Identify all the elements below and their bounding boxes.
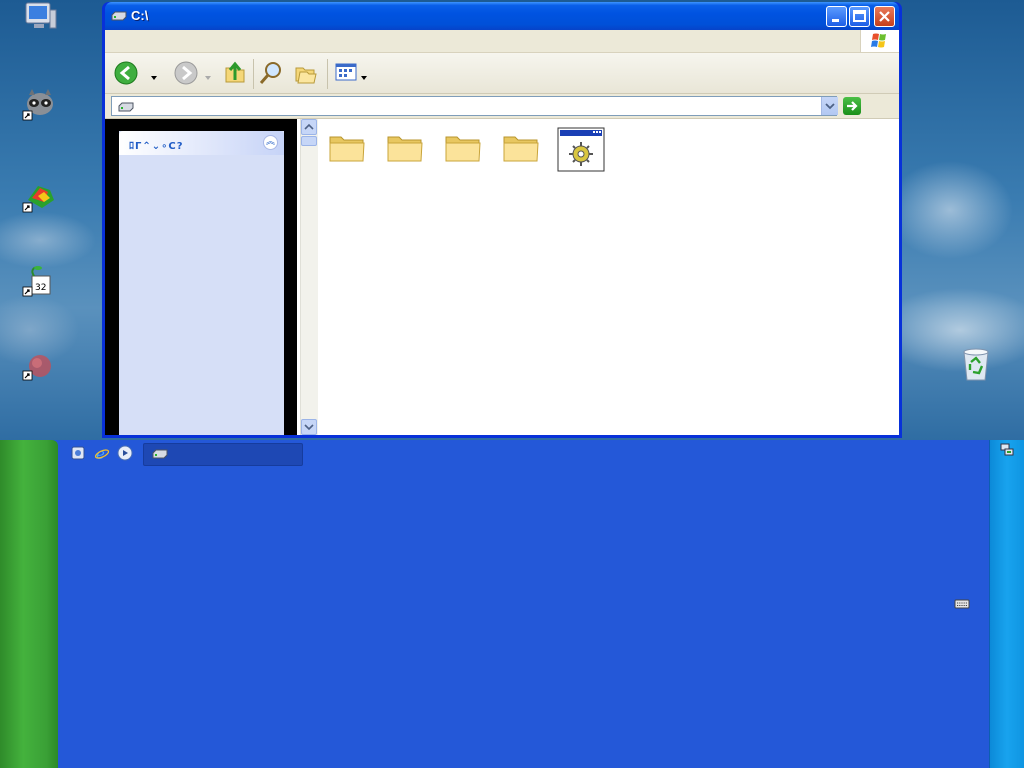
forward-button[interactable] (173, 60, 199, 89)
address-dropdown-button[interactable] (821, 97, 838, 115)
computer-icon[interactable] (20, 0, 60, 40)
minimize-button[interactable] (826, 6, 847, 27)
go-button[interactable] (843, 97, 861, 115)
system-tray (989, 440, 1024, 768)
scroll-up-button[interactable] (301, 119, 317, 135)
search-button[interactable] (258, 60, 284, 89)
content-area: ﾛΓ⌃⌄∘C? ︽ (105, 119, 899, 435)
collapse-chevron-icon[interactable]: ︽ (263, 135, 278, 150)
folders-button[interactable] (293, 60, 319, 89)
scroll-thumb[interactable] (301, 136, 317, 146)
address-input[interactable] (111, 96, 837, 116)
taskbar-window-button[interactable] (143, 443, 303, 466)
standard-toolbar (105, 53, 899, 94)
folder-icon[interactable] (443, 127, 491, 175)
up-folder-button[interactable] (223, 60, 247, 89)
folder-icon[interactable] (501, 127, 549, 175)
drive-icon (118, 101, 134, 116)
address-bar (105, 94, 899, 119)
start-button[interactable] (0, 440, 58, 768)
plant-shortcut-icon[interactable]: 32 (20, 262, 60, 302)
views-dropdown-icon[interactable] (361, 70, 367, 83)
application-gear-icon[interactable] (557, 127, 605, 175)
back-dropdown-icon[interactable] (151, 70, 157, 83)
drive-icon (111, 10, 127, 22)
scroll-down-button[interactable] (301, 419, 317, 435)
vertical-scrollbar[interactable] (300, 119, 318, 435)
task-box: ﾛΓ⌃⌄∘C? ︽ (119, 131, 284, 435)
explorer-window: C:\ ﾛΓ⌃⌄∘C? ︽ (102, 2, 902, 438)
windows-logo-icon (860, 30, 899, 52)
window-title: C:\ (131, 8, 149, 23)
file-list (321, 119, 899, 435)
media-player-icon[interactable] (117, 445, 133, 461)
task-box-header[interactable]: ﾛΓ⌃⌄∘C? ︽ (119, 131, 284, 155)
taskbar: e (0, 440, 1024, 768)
close-button[interactable] (874, 6, 895, 27)
forward-dropdown-icon[interactable] (205, 70, 211, 83)
title-bar[interactable]: C:\ (105, 2, 899, 30)
task-pane: ﾛΓ⌃⌄∘C? ︽ (105, 119, 297, 435)
folder-icon[interactable] (327, 127, 375, 175)
back-button[interactable] (113, 60, 139, 89)
raccoon-shortcut-icon[interactable] (20, 86, 60, 126)
views-button[interactable] (334, 60, 358, 87)
drive-icon (152, 448, 168, 463)
recycle-bin-icon[interactable] (956, 346, 996, 386)
show-desktop-icon[interactable] (70, 445, 86, 461)
keyboard-icon[interactable] (954, 598, 970, 613)
network-icon[interactable] (1000, 443, 1014, 460)
program-shortcut-icon[interactable] (20, 178, 60, 218)
red-ball-shortcut-icon[interactable] (20, 346, 60, 386)
menu-bar (105, 30, 899, 53)
task-box-title: ﾛΓ⌃⌄∘C? (129, 141, 184, 152)
svg-text:32: 32 (35, 283, 46, 293)
maximize-button[interactable] (849, 6, 870, 27)
folder-icon[interactable] (385, 127, 433, 175)
internet-explorer-icon[interactable]: e (94, 445, 110, 463)
